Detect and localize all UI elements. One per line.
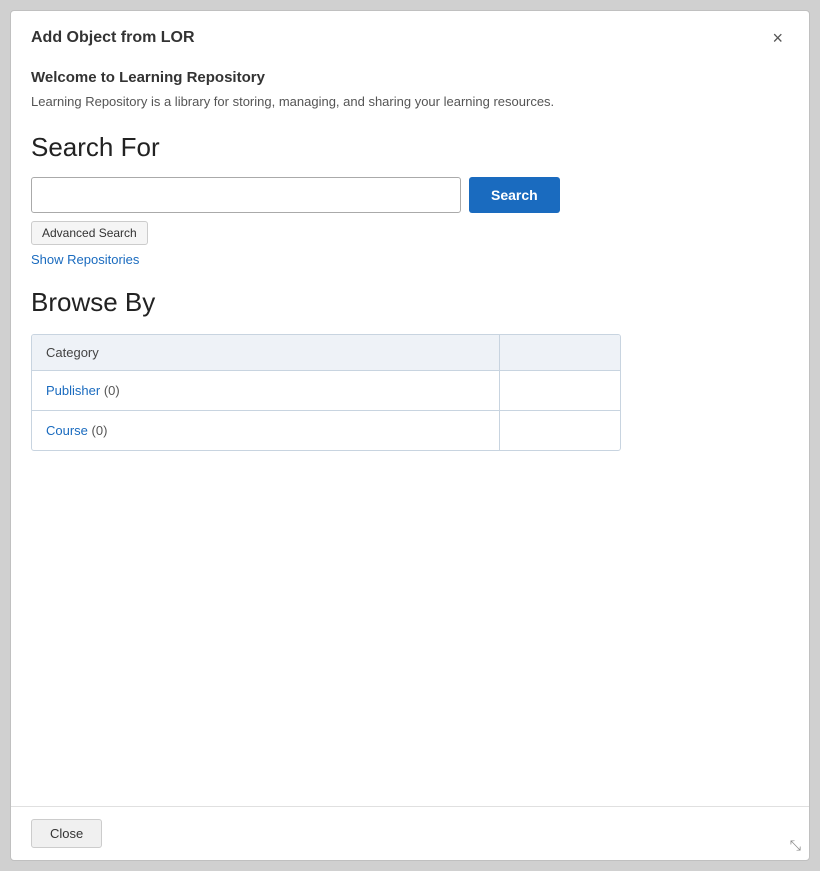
table-row: Publisher (0) bbox=[32, 371, 620, 411]
dialog-footer: Close ⤡ bbox=[11, 806, 809, 860]
browse-table-value-header bbox=[500, 335, 620, 370]
dialog-close-icon-button[interactable]: × bbox=[766, 27, 789, 49]
dialog-header: Add Object from LOR × bbox=[11, 11, 809, 61]
welcome-heading: Welcome to Learning Repository bbox=[31, 69, 789, 86]
search-button[interactable]: Search bbox=[469, 177, 560, 213]
browse-table: Category Publisher (0) Course (0) bbox=[31, 334, 621, 451]
browse-table-header: Category bbox=[32, 335, 620, 371]
advanced-search-row: Advanced Search bbox=[31, 221, 789, 245]
show-repositories-link[interactable]: Show Repositories bbox=[31, 252, 139, 267]
dialog: Add Object from LOR × Welcome to Learnin… bbox=[10, 10, 810, 861]
browse-table-publisher-cell: Publisher (0) bbox=[32, 371, 500, 410]
dialog-body: Welcome to Learning Repository Learning … bbox=[11, 61, 809, 806]
search-input[interactable] bbox=[31, 177, 461, 213]
course-link[interactable]: Course bbox=[46, 423, 88, 438]
search-row: Search bbox=[31, 177, 789, 213]
course-count: (0) bbox=[92, 423, 108, 438]
dialog-wrapper: Add Object from LOR × Welcome to Learnin… bbox=[0, 0, 820, 871]
publisher-count: (0) bbox=[104, 383, 120, 398]
browse-table-publisher-value bbox=[500, 371, 620, 410]
close-button[interactable]: Close bbox=[31, 819, 102, 848]
publisher-link[interactable]: Publisher bbox=[46, 383, 100, 398]
advanced-search-button[interactable]: Advanced Search bbox=[31, 221, 148, 245]
search-section-heading: Search For bbox=[31, 132, 789, 163]
browse-section-heading: Browse By bbox=[31, 287, 789, 318]
browse-table-course-value bbox=[500, 411, 620, 450]
table-row: Course (0) bbox=[32, 411, 620, 450]
browse-table-course-cell: Course (0) bbox=[32, 411, 500, 450]
browse-table-category-header: Category bbox=[32, 335, 500, 370]
dialog-title: Add Object from LOR bbox=[31, 29, 195, 47]
resize-handle-icon: ⤡ bbox=[790, 837, 801, 854]
welcome-description: Learning Repository is a library for sto… bbox=[31, 92, 789, 112]
